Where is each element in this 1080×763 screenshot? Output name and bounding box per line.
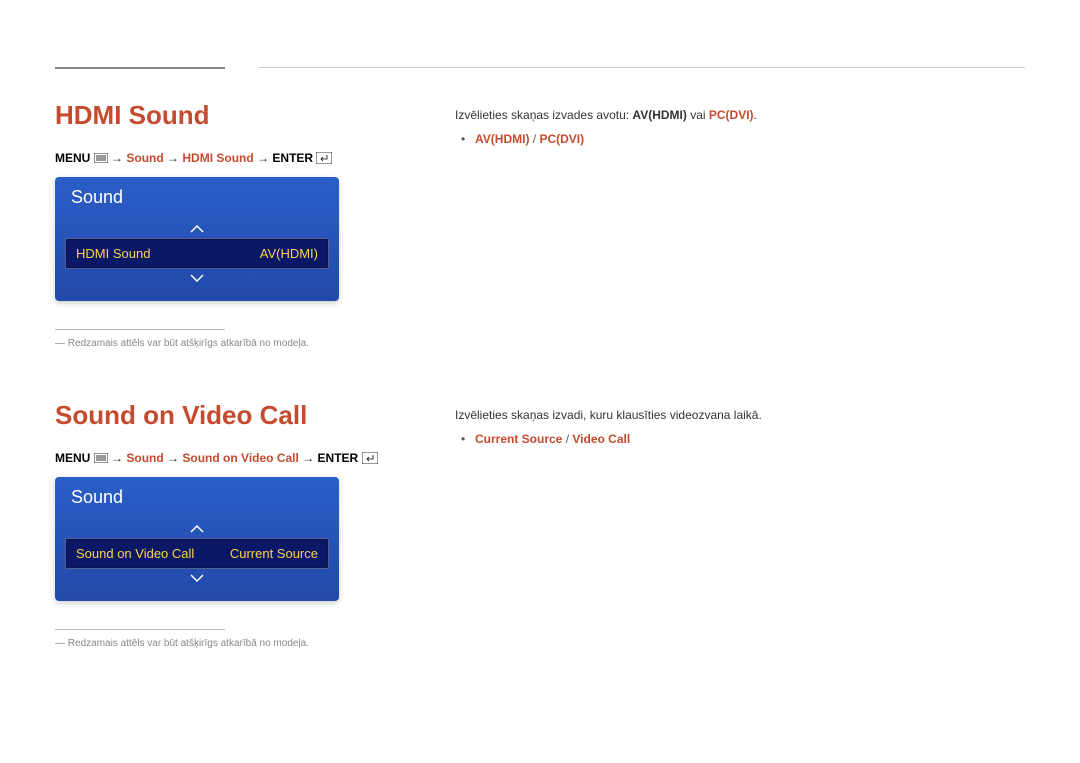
path-menu-label: MENU xyxy=(55,451,90,465)
chevron-up-icon[interactable] xyxy=(65,520,329,538)
chevron-down-icon[interactable] xyxy=(65,269,329,287)
osd-panel: Sound Sound on Video Call Current Source xyxy=(55,477,339,601)
footnote: ― Redzamais attēls var būt atšķirīgs atk… xyxy=(55,338,395,349)
section-hdmi-sound-right: Izvēlieties skaņas izvades avotu: AV(HDM… xyxy=(455,108,1025,146)
desc-pre: Izvēlieties skaņas izvades avotu: xyxy=(455,108,632,122)
footnote-text: Redzamais attēls var būt atšķirīgs atkar… xyxy=(68,338,309,349)
osd-selected-row[interactable]: Sound on Video Call Current Source xyxy=(65,538,329,569)
path-seg2: HDMI Sound xyxy=(182,151,253,165)
enter-icon xyxy=(362,452,378,464)
chevron-down-icon[interactable] xyxy=(65,569,329,587)
options-bullet: AV(HDMI) / PC(DVI) xyxy=(455,132,1025,146)
options-bullet: Current Source / Video Call xyxy=(455,432,1025,446)
bullet-sep: / xyxy=(562,432,572,446)
section-title: Sound on Video Call xyxy=(55,400,395,431)
osd-row-label: HDMI Sound xyxy=(76,246,150,261)
bullet-b: PC(DVI) xyxy=(539,132,584,146)
osd-panel: Sound HDMI Sound AV(HDMI) xyxy=(55,177,339,301)
desc-opt1: AV(HDMI) xyxy=(632,108,686,122)
footnote-divider xyxy=(55,329,225,330)
menu-path: MENU → Sound → Sound on Video Call → ENT… xyxy=(55,451,395,465)
menu-path: MENU → Sound → HDMI Sound → ENTER xyxy=(55,151,395,165)
chevron-up-icon[interactable] xyxy=(65,220,329,238)
header-divider xyxy=(258,67,1025,68)
osd-row-value: AV(HDMI) xyxy=(260,246,318,261)
menu-icon xyxy=(94,152,108,163)
bullet-sep: / xyxy=(529,132,539,146)
osd-selected-row[interactable]: HDMI Sound AV(HDMI) xyxy=(65,238,329,269)
path-seg2: Sound on Video Call xyxy=(182,451,298,465)
path-enter-label: ENTER xyxy=(318,451,359,465)
desc-post: . xyxy=(754,108,757,122)
header-accent-bar xyxy=(55,67,225,69)
footnote-text: Redzamais attēls var būt atšķirīgs atkar… xyxy=(68,638,309,649)
path-seg1: Sound xyxy=(126,451,163,465)
footnote: ― Redzamais attēls var būt atšķirīgs atk… xyxy=(55,638,395,649)
osd-row-label: Sound on Video Call xyxy=(76,546,194,561)
section-video-call-right: Izvēlieties skaņas izvadi, kuru klausīti… xyxy=(455,408,1025,446)
osd-title: Sound xyxy=(65,477,329,520)
section-hdmi-sound-left: HDMI Sound MENU → Sound → HDMI Sound → E… xyxy=(55,100,395,349)
path-seg1: Sound xyxy=(126,151,163,165)
osd-row-value: Current Source xyxy=(230,546,318,561)
description: Izvēlieties skaņas izvades avotu: AV(HDM… xyxy=(455,108,1025,122)
bullet-b: Video Call xyxy=(572,432,630,446)
bullet-a: AV(HDMI) xyxy=(475,132,529,146)
section-title: HDMI Sound xyxy=(55,100,395,131)
bullet-a: Current Source xyxy=(475,432,562,446)
description: Izvēlieties skaņas izvadi, kuru klausīti… xyxy=(455,408,1025,422)
menu-icon xyxy=(94,452,108,463)
osd-title: Sound xyxy=(65,177,329,220)
desc-opt2: PC(DVI) xyxy=(709,108,754,122)
path-enter-label: ENTER xyxy=(272,151,313,165)
enter-icon xyxy=(316,152,332,164)
section-video-call-left: Sound on Video Call MENU → Sound → Sound… xyxy=(55,400,395,649)
footnote-divider xyxy=(55,629,225,630)
desc-mid: vai xyxy=(687,108,709,122)
path-menu-label: MENU xyxy=(55,151,90,165)
